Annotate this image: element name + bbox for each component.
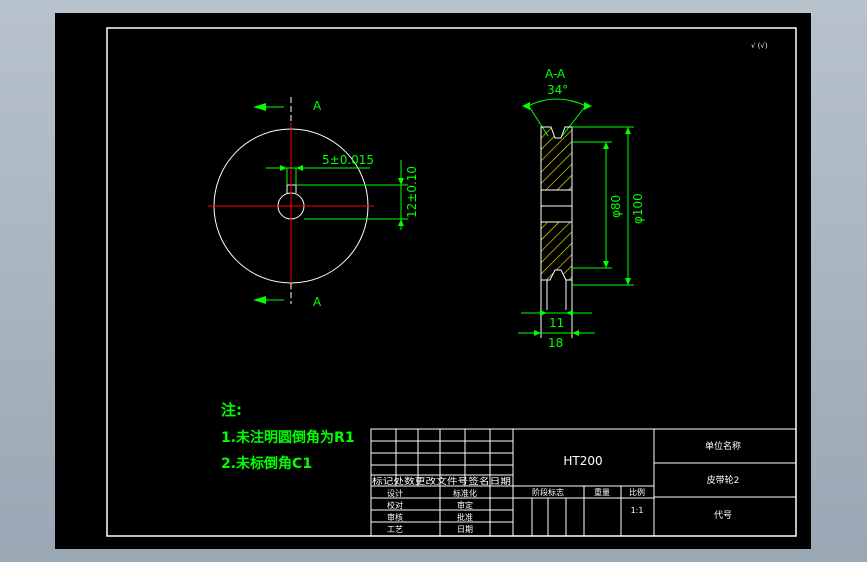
row-process: 工艺: [387, 525, 403, 534]
section-hatch-upper: [540, 126, 573, 191]
section-hatch-lower: [540, 221, 573, 281]
drawing-code: 代号: [714, 510, 732, 521]
material-label: HT200: [563, 454, 602, 468]
notes-heading: 注:: [221, 401, 242, 419]
cad-viewport: √ (√) A A 5±0.015 12±0.10 A-A 34° φ100 φ…: [0, 0, 867, 562]
scale-value: 1:1: [631, 506, 644, 515]
row-date: 日期: [457, 525, 473, 534]
dim-keyway-width: 5±0.015: [322, 153, 374, 167]
cut-arrow-bottom: [253, 296, 266, 304]
note-line-1: 1.未注明圆倒角为R1: [221, 429, 355, 446]
title-block-text: HT200 单位名称 皮带轮2 代号 标记处数更改文件号签名日期 设计 标准化 …: [372, 440, 741, 534]
dim-dia-100: φ100: [631, 193, 645, 224]
row-check: 校对: [387, 500, 403, 510]
part-name: 皮带轮2: [707, 474, 740, 486]
cut-label-top: A: [313, 99, 322, 113]
dim-keyway-depth: 12±0.10: [405, 166, 419, 218]
row-standard: 标准化: [453, 488, 477, 498]
cut-arrow-top: [253, 103, 266, 111]
company-name: 单位名称: [705, 440, 741, 452]
scale-label: 比例: [629, 487, 645, 497]
groove-angle-label: 34°: [547, 83, 568, 97]
weight-label: 重量: [594, 487, 610, 497]
technical-notes: 注: 1.未注明圆倒角为R1 2.未标倒角C1: [221, 401, 355, 472]
stage-mark-label: 阶段标志: [532, 487, 564, 497]
dim-dia-80: φ80: [609, 195, 623, 218]
section-label: A-A: [545, 67, 566, 81]
dim-hub-width: 11: [549, 316, 564, 330]
drawing-svg: √ (√) A A 5±0.015 12±0.10 A-A 34° φ100 φ…: [106, 27, 797, 537]
revision-header-row: 标记处数更改文件号签名日期: [372, 476, 511, 487]
note-line-2: 2.未标倒角C1: [221, 455, 312, 472]
section-view: A-A 34° φ100 φ80 11 18: [518, 67, 645, 350]
row-approve: 批准: [457, 512, 473, 522]
front-view: A A 5±0.015 12±0.10: [208, 97, 419, 309]
row-design: 设计: [387, 488, 403, 498]
roughness-symbol: √ (√): [751, 42, 768, 50]
row-review: 审定: [457, 500, 473, 510]
inner-border: [106, 27, 797, 537]
cut-label-bottom: A: [313, 295, 322, 309]
row-audit: 审核: [387, 512, 403, 522]
dim-total-width: 18: [548, 336, 563, 350]
drawing-canvas[interactable]: √ (√) A A 5±0.015 12±0.10 A-A 34° φ100 φ…: [55, 13, 811, 549]
